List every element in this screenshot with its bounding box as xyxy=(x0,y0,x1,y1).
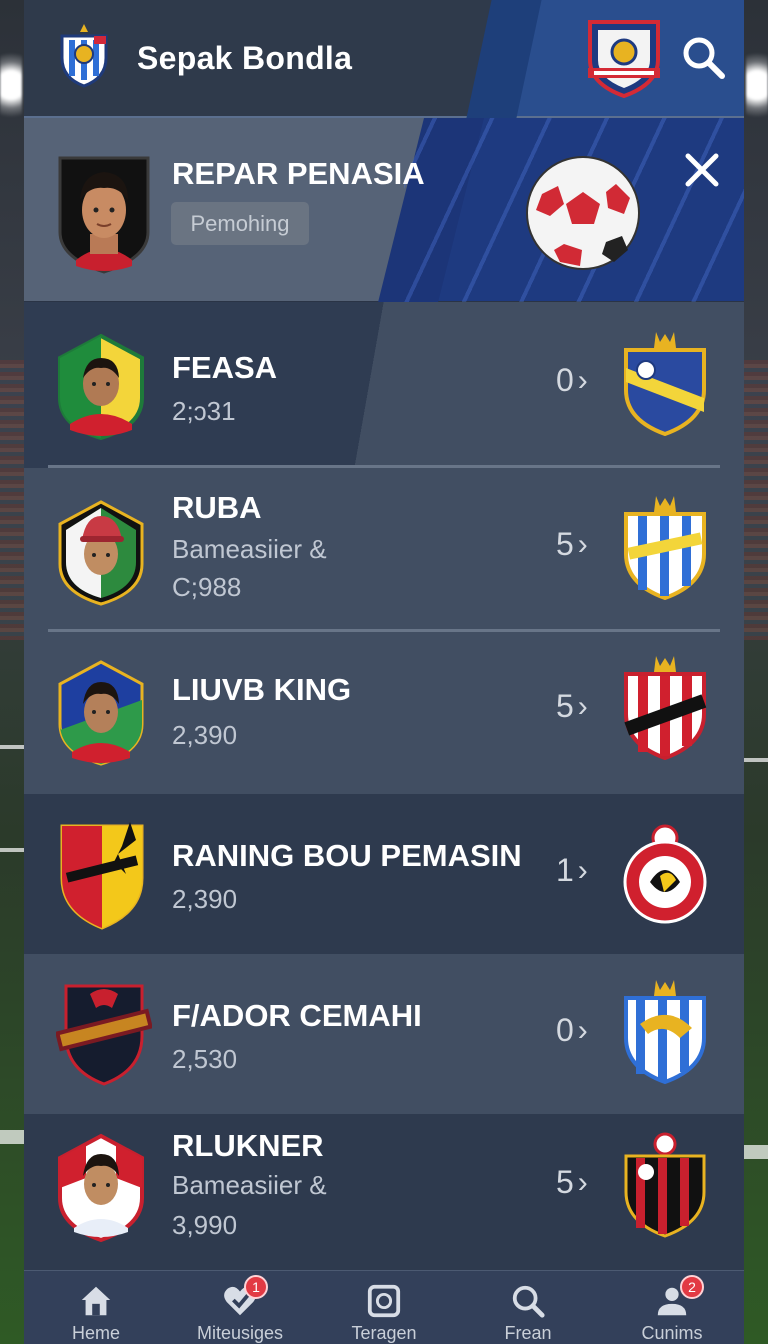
chevron-right-icon: › xyxy=(577,527,588,561)
count-value: 1 xyxy=(556,852,574,888)
player-avatar xyxy=(58,500,144,606)
player-count[interactable]: 5 › xyxy=(556,688,588,725)
stadium-crowd xyxy=(744,360,768,640)
pitch-line xyxy=(0,1130,24,1144)
featured-chip[interactable]: Pemohing xyxy=(171,202,309,245)
list-item[interactable]: FEASA 2;ɔ31 0 › xyxy=(24,302,744,468)
pitch-line xyxy=(0,848,24,852)
close-icon[interactable] xyxy=(684,152,720,188)
player-subtitle: Bameasiier & xyxy=(172,1170,327,1200)
nav-label: Miteusiges xyxy=(196,1323,284,1343)
player-name: RLUKNER xyxy=(172,1128,324,1163)
player-count[interactable]: 0 › xyxy=(556,362,588,399)
pitch-line xyxy=(744,1145,768,1159)
header-stripe xyxy=(466,0,542,118)
player-name: LIUVB KING xyxy=(172,672,352,707)
count-value: 5 xyxy=(556,526,574,562)
count-value: 0 xyxy=(556,1012,574,1048)
team-crest-icon[interactable] xyxy=(620,1130,710,1238)
featured-title: REPAR PENASIA xyxy=(172,156,425,191)
team-crest-icon[interactable] xyxy=(584,16,664,98)
player-avatar xyxy=(58,156,150,274)
pitch-line xyxy=(0,745,24,749)
player-avatar xyxy=(58,334,144,440)
nav-label: Heme xyxy=(71,1323,120,1343)
bottom-nav: Heme 1 Miteusiges Teragen Frean 2 Cunims xyxy=(24,1270,744,1344)
player-subtitle: Bameasiier & xyxy=(172,534,327,564)
player-value: 2;ɔ31 xyxy=(172,396,236,426)
search-icon[interactable] xyxy=(680,34,726,80)
app-window: Sepak Bondla REPAR PENASIA Pemohing FEAS… xyxy=(24,0,744,1344)
player-count[interactable]: 5 › xyxy=(556,526,588,563)
club-badge-icon xyxy=(60,822,144,930)
team-crest-icon[interactable] xyxy=(620,818,710,926)
list-item[interactable]: RLUKNER Bameasiier & 3,990 5 › xyxy=(24,1114,744,1274)
nav-item-search[interactable]: Frean xyxy=(456,1271,600,1344)
player-count[interactable]: 0 › xyxy=(556,1012,588,1049)
square-icon xyxy=(367,1284,401,1318)
app-header: Sepak Bondla xyxy=(24,0,744,118)
search-icon xyxy=(512,1285,545,1318)
team-crest-icon[interactable] xyxy=(620,976,710,1084)
chevron-right-icon: › xyxy=(577,853,588,887)
club-logo-icon[interactable] xyxy=(56,22,112,88)
nav-label: Cunims xyxy=(641,1323,703,1343)
count-value: 5 xyxy=(556,688,574,724)
player-value: 2,530 xyxy=(172,1044,238,1074)
player-value: 2,390 xyxy=(172,884,238,914)
home-icon xyxy=(81,1286,111,1316)
player-count[interactable]: 5 › xyxy=(556,1164,588,1201)
nav-label: Teragen xyxy=(351,1323,417,1343)
player-value: C;988 xyxy=(172,572,242,602)
notification-badge: 2 xyxy=(680,1275,704,1299)
chevron-right-icon: › xyxy=(577,689,588,723)
chevron-right-icon: › xyxy=(577,363,588,397)
chevron-right-icon: › xyxy=(577,1165,588,1199)
featured-card[interactable]: REPAR PENASIA Pemohing xyxy=(24,118,744,302)
team-crest-icon[interactable] xyxy=(620,492,710,600)
list-item[interactable]: RANING BOU PEMASIN 2,390 1 › xyxy=(24,794,744,954)
list-item[interactable]: F/ADOR CEMAHI 2,530 0 › xyxy=(24,954,744,1114)
nav-label: Frean xyxy=(504,1323,552,1343)
stadium-light xyxy=(0,40,22,130)
player-name: FEASA xyxy=(172,350,278,385)
nav-item-teragen[interactable]: Teragen xyxy=(312,1271,456,1344)
list-item[interactable]: RUBA Bameasiier & C;988 5 › xyxy=(24,468,744,632)
app-title: Sepak Bondla xyxy=(137,40,353,76)
player-avatar xyxy=(58,1133,144,1243)
stadium-light xyxy=(746,40,768,130)
player-name: RUBA xyxy=(172,490,262,525)
player-count[interactable]: 1 › xyxy=(556,852,588,889)
pitch-line xyxy=(744,758,768,762)
player-value: 3,990 xyxy=(172,1210,238,1240)
player-value: 2,390 xyxy=(172,720,238,750)
team-crest-icon[interactable] xyxy=(620,328,710,436)
notification-badge: 1 xyxy=(244,1275,268,1299)
chevron-right-icon: › xyxy=(577,1013,588,1047)
nav-item-home[interactable]: Heme xyxy=(24,1271,168,1344)
player-name: RANING BOU PEMASIN xyxy=(172,838,522,873)
player-avatar xyxy=(58,660,144,766)
list-item[interactable]: LIUVB KING 2,390 5 › xyxy=(24,632,744,794)
stadium-crowd xyxy=(0,360,24,640)
team-crest-icon[interactable] xyxy=(620,652,710,760)
count-value: 5 xyxy=(556,1164,574,1200)
soccer-ball-icon xyxy=(526,156,640,270)
nav-item-messages[interactable]: 1 Miteusiges xyxy=(168,1271,312,1344)
nav-item-profile[interactable]: 2 Cunims xyxy=(600,1271,744,1344)
count-value: 0 xyxy=(556,362,574,398)
player-name: F/ADOR CEMAHI xyxy=(172,998,422,1033)
club-badge-icon xyxy=(56,984,152,1086)
